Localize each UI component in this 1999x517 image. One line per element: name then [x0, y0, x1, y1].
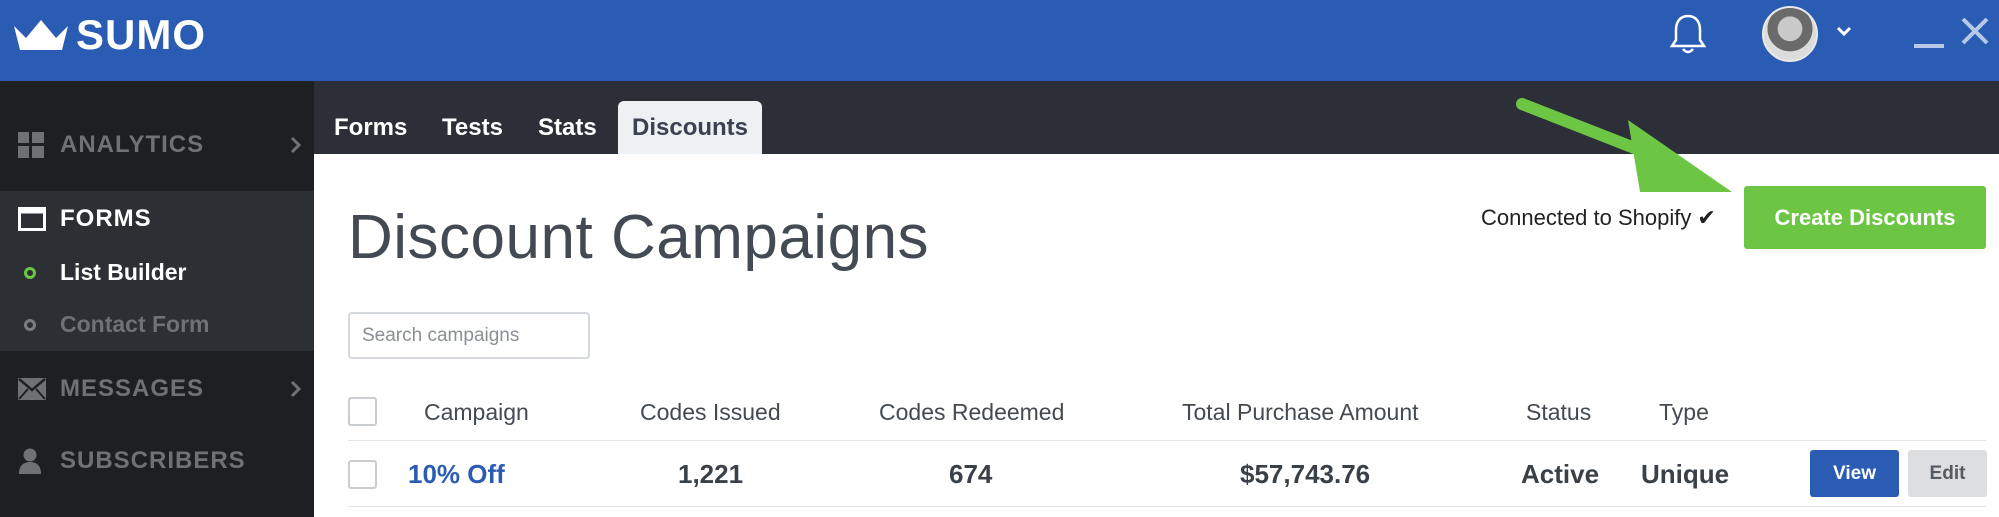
- logo-text: SUMO: [76, 11, 206, 58]
- sidebar-item-label: MESSAGES: [60, 375, 205, 402]
- sidebar-item-label: FORMS: [60, 205, 152, 232]
- sidebar-item-analytics[interactable]: ANALYTICS: [0, 117, 314, 173]
- chevron-down-icon: [1836, 26, 1852, 37]
- create-discounts-button[interactable]: Create Discounts: [1744, 186, 1986, 249]
- sidebar-item-label: SUBSCRIBERS: [60, 447, 246, 474]
- envelope-icon: [18, 378, 46, 400]
- window-icon: [18, 207, 46, 231]
- sidebar-subitem-label: Contact Form: [60, 311, 210, 337]
- search-campaigns-input[interactable]: [348, 312, 590, 359]
- tab-discounts[interactable]: Discounts: [618, 101, 763, 154]
- sumo-logo[interactable]: SUMO: [12, 14, 206, 56]
- view-button[interactable]: View: [1810, 450, 1899, 497]
- account-menu-button[interactable]: [1836, 24, 1852, 42]
- sidebar-item-label: ANALYTICS: [60, 131, 205, 158]
- row-checkbox[interactable]: [348, 460, 377, 489]
- codes-redeemed-cell: 674: [949, 459, 993, 489]
- connected-text: Connected to Shopify: [1481, 205, 1692, 230]
- column-header-codes-issued[interactable]: Codes Issued: [640, 399, 781, 426]
- close-icon: [1961, 17, 1989, 45]
- chevron-right-icon: [290, 380, 302, 398]
- inactive-dot-icon: [24, 319, 36, 331]
- type-cell: Unique: [1641, 459, 1730, 489]
- crown-logo-icon: [14, 20, 68, 50]
- shopify-connection-status: Connected to Shopify ✔: [1481, 205, 1716, 231]
- check-icon: ✔: [1697, 205, 1716, 230]
- codes-issued-cell: 1,221: [678, 459, 744, 489]
- column-header-total-purchase[interactable]: Total Purchase Amount: [1182, 399, 1419, 426]
- sidebar: ANALYTICS FORMS List Builder Contact For…: [0, 81, 314, 517]
- column-header-campaign[interactable]: Campaign: [424, 399, 529, 426]
- avatar[interactable]: [1762, 6, 1818, 62]
- sidebar-item-subscribers[interactable]: SUBSCRIBERS: [0, 433, 314, 489]
- top-bar: SUMO: [0, 0, 1999, 81]
- campaign-link[interactable]: 10% Off: [408, 459, 505, 490]
- minimize-icon[interactable]: [1914, 44, 1944, 48]
- chevron-right-icon: [290, 136, 302, 154]
- tab-bar: Forms Tests Stats Discounts: [314, 81, 1999, 154]
- column-header-type[interactable]: Type: [1659, 399, 1709, 426]
- sidebar-item-messages[interactable]: MESSAGES: [0, 361, 314, 417]
- green-arrow-annotation: [1516, 98, 1732, 192]
- active-dot-icon: [24, 267, 36, 279]
- tab-stats[interactable]: Stats: [524, 101, 611, 154]
- sidebar-subitem-contact-form[interactable]: Contact Form: [0, 299, 314, 351]
- tab-forms[interactable]: Forms: [320, 101, 421, 154]
- notifications-button[interactable]: [1668, 12, 1708, 61]
- select-all-checkbox[interactable]: [348, 397, 377, 426]
- sidebar-subitem-label: List Builder: [60, 259, 187, 285]
- total-purchase-cell: $57,743.76: [1240, 459, 1371, 489]
- close-window-button[interactable]: [1960, 16, 1990, 51]
- sidebar-subitem-list-builder[interactable]: List Builder: [0, 247, 314, 299]
- table-row: 10% Off 1,221 674 $57,743.76 Active Uniq…: [348, 441, 1987, 507]
- table-header: Campaign Codes Issued Codes Redeemed Tot…: [348, 389, 1986, 441]
- status-cell: Active: [1521, 459, 1600, 489]
- person-icon: [19, 448, 41, 474]
- page-title: Discount Campaigns: [348, 203, 930, 272]
- sidebar-item-forms[interactable]: FORMS: [0, 191, 314, 247]
- bell-icon: [1669, 14, 1707, 54]
- column-header-codes-redeemed[interactable]: Codes Redeemed: [879, 399, 1064, 426]
- column-header-status[interactable]: Status: [1526, 399, 1591, 426]
- tab-tests[interactable]: Tests: [428, 101, 517, 154]
- edit-button[interactable]: Edit: [1908, 450, 1987, 497]
- grid-icon: [18, 132, 44, 158]
